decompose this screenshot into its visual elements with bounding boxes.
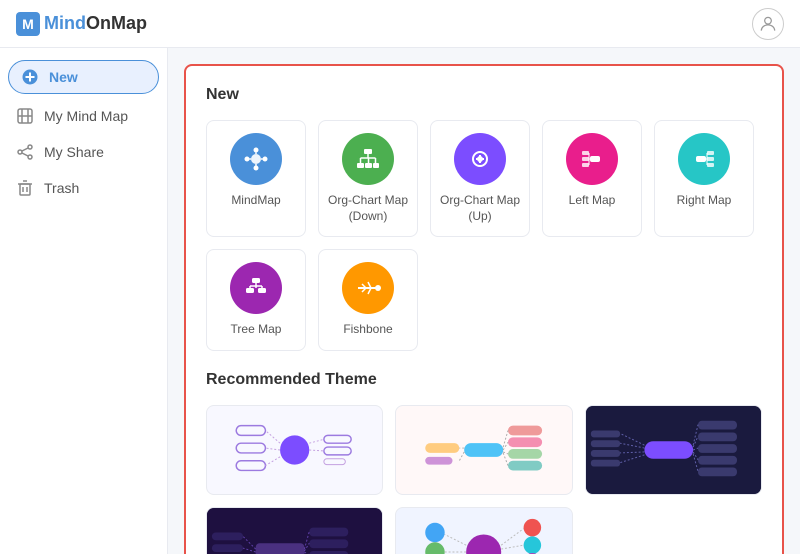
sidebar: New My Mind Map xyxy=(0,48,168,554)
logo-icon: M xyxy=(16,12,40,36)
logo: M MindOnMap xyxy=(16,12,147,36)
sidebar-item-my-mind-map-label: My Mind Map xyxy=(44,108,128,124)
map-item-right-map[interactable]: Right Map xyxy=(654,120,754,237)
map-item-left-map[interactable]: Left Map xyxy=(542,120,642,237)
theme-card-light-purple[interactable] xyxy=(206,405,383,495)
new-section-title: New xyxy=(206,86,762,104)
sidebar-item-new-label: New xyxy=(49,69,78,85)
map-item-fishbone[interactable]: Fishbone xyxy=(318,249,418,351)
left-map-label: Left Map xyxy=(569,193,616,209)
fishbone-icon xyxy=(342,262,394,314)
theme-card-dark-purple[interactable] xyxy=(206,507,383,554)
sidebar-item-trash-label: Trash xyxy=(44,180,79,196)
plus-icon xyxy=(21,68,39,86)
logo-text: MindOnMap xyxy=(44,13,147,34)
map-item-tree-map[interactable]: Tree Map xyxy=(206,249,306,351)
tree-map-label: Tree Map xyxy=(231,322,282,338)
user-avatar[interactable] xyxy=(752,8,784,40)
share-icon xyxy=(16,143,34,161)
right-map-icon xyxy=(678,133,730,185)
org-chart-up-label: Org-Chart Map (Up) xyxy=(439,193,521,224)
sidebar-item-trash[interactable]: Trash xyxy=(0,170,167,206)
content-box: New xyxy=(184,64,784,554)
theme-grid xyxy=(206,405,762,554)
theme-card-bubble[interactable] xyxy=(395,507,572,554)
theme-card-dark-blue[interactable] xyxy=(585,405,762,495)
org-chart-down-icon xyxy=(342,133,394,185)
tree-map-icon xyxy=(230,262,282,314)
mindmap-label: MindMap xyxy=(231,193,280,209)
sidebar-item-my-mind-map[interactable]: My Mind Map xyxy=(0,98,167,134)
theme-card-colorful[interactable] xyxy=(395,405,572,495)
mindmap-icon xyxy=(230,133,282,185)
map-icon xyxy=(16,107,34,125)
sidebar-item-my-share-label: My Share xyxy=(44,144,104,160)
map-item-org-chart-up[interactable]: Org-Chart Map (Up) xyxy=(430,120,530,237)
recommended-section-title: Recommended Theme xyxy=(206,371,762,389)
right-map-label: Right Map xyxy=(677,193,732,209)
sidebar-item-new[interactable]: New xyxy=(8,60,159,94)
main-content: New xyxy=(168,48,800,554)
sidebar-item-my-share[interactable]: My Share xyxy=(0,134,167,170)
map-item-mindmap[interactable]: MindMap xyxy=(206,120,306,237)
header: M MindOnMap xyxy=(0,0,800,48)
map-grid: MindMap xyxy=(206,120,762,351)
app-layout: New My Mind Map xyxy=(0,48,800,554)
org-chart-down-label: Org-Chart Map(Down) xyxy=(328,193,408,224)
trash-icon xyxy=(16,179,34,197)
map-item-org-chart-down[interactable]: Org-Chart Map(Down) xyxy=(318,120,418,237)
org-chart-up-icon xyxy=(454,133,506,185)
fishbone-label: Fishbone xyxy=(343,322,392,338)
left-map-icon xyxy=(566,133,618,185)
